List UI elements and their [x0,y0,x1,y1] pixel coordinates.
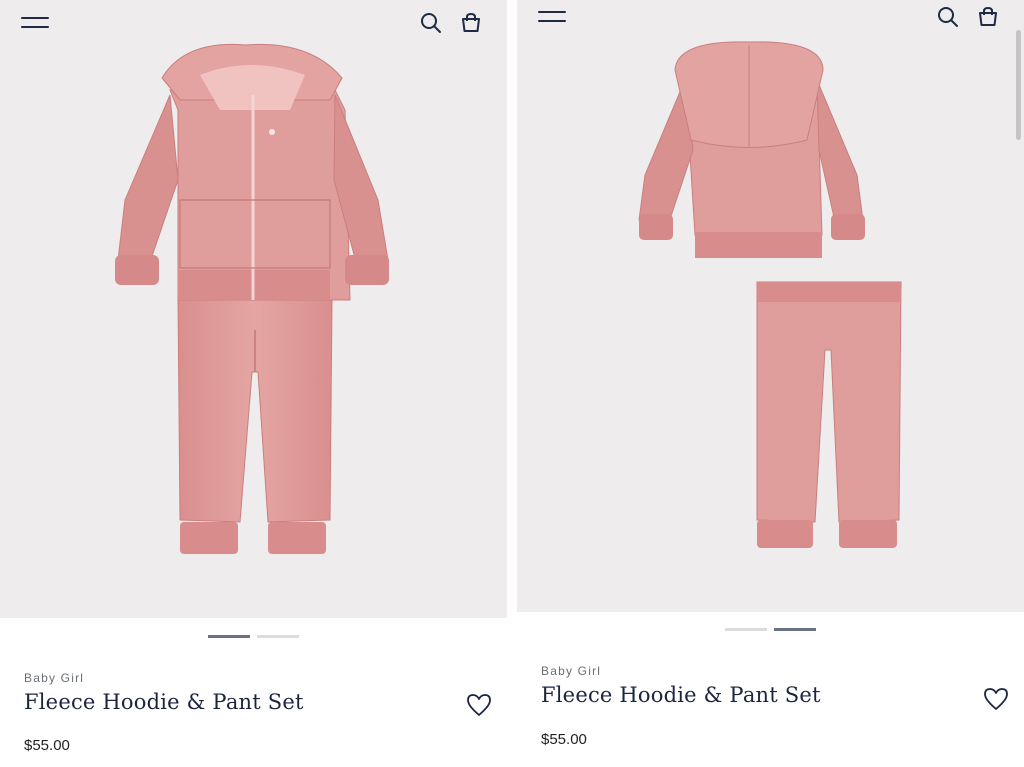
scrollbar[interactable] [1016,30,1021,140]
panel-divider [507,0,517,767]
heart-icon[interactable] [466,693,492,717]
carousel-indicator [725,628,816,632]
carousel-dot-1[interactable] [725,628,767,631]
hamburger-menu-icon[interactable] [21,17,49,31]
product-image-front[interactable] [0,0,507,618]
hoodie-pant-set-back-image [638,41,902,548]
carousel-indicator [208,635,299,639]
product-screen-back: Baby Girl Fleece Hoodie & Pant Set $55.0… [517,0,1024,767]
product-category: Baby Girl [541,664,602,678]
product-screen-front: Baby Girl Fleece Hoodie & Pant Set $55.0… [0,0,507,767]
hamburger-menu-icon[interactable] [538,11,566,25]
product-price: $55.00 [24,737,70,754]
shopping-bag-icon[interactable] [460,12,482,34]
top-navigation-bar [517,0,1024,48]
search-icon[interactable] [937,6,959,28]
heart-icon[interactable] [983,687,1009,711]
carousel-dot-1[interactable] [208,635,250,638]
search-icon[interactable] [420,12,442,34]
top-navigation-bar [0,0,507,48]
hoodie-pant-set-front-image [115,43,389,554]
product-image-back[interactable] [517,0,1024,612]
carousel-dot-2[interactable] [774,628,816,631]
product-title[interactable]: Fleece Hoodie & Pant Set [24,690,304,714]
product-title[interactable]: Fleece Hoodie & Pant Set [541,683,821,707]
carousel-dot-2[interactable] [257,635,299,638]
product-category: Baby Girl [24,671,85,685]
shopping-bag-icon[interactable] [977,6,999,28]
product-price: $55.00 [541,731,587,748]
